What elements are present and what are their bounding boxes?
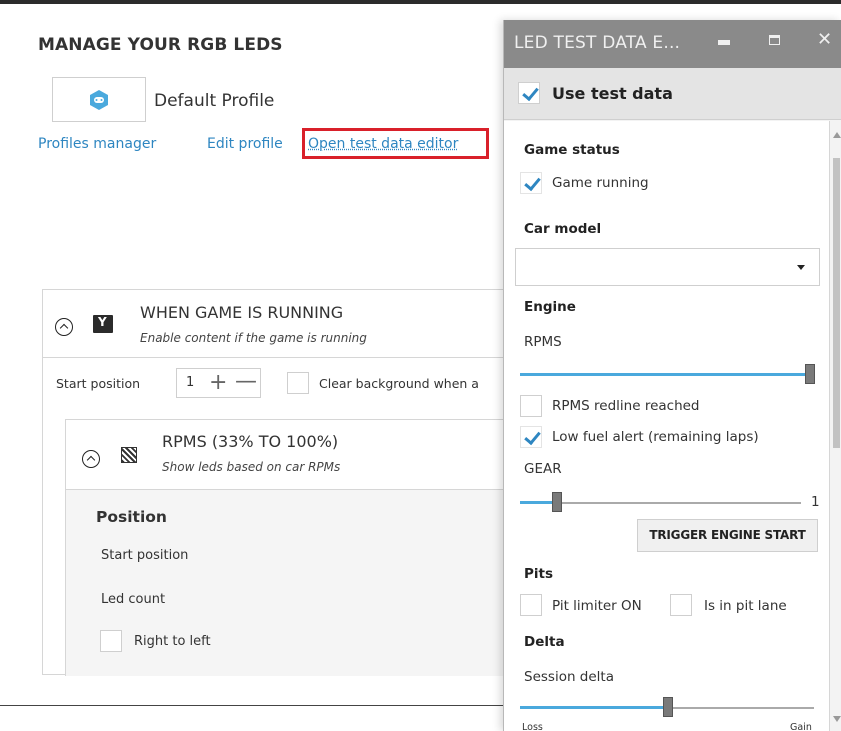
use-test-data-bar: Use test data [504,68,841,120]
clear-background-checkbox[interactable] [287,372,309,394]
game-running-icon [93,315,113,333]
scrollbar-thumb[interactable] [833,158,840,448]
plus-icon[interactable]: + [209,370,227,395]
close-icon[interactable]: ✕ [817,29,832,50]
low-fuel-label: Low fuel alert (remaining laps) [552,429,759,445]
rpms-icon [121,447,137,463]
divider-line [0,705,515,706]
rpms-start-position-label: Start position [101,548,189,563]
delta-slider-thumb[interactable] [663,697,673,717]
section-subtitle: Enable content if the game is running [140,331,367,345]
maximize-icon[interactable] [769,35,780,45]
delta-heading: Delta [524,634,565,650]
rpms-subtitle: Show leds based on car RPMs [162,460,341,474]
use-test-data-checkbox[interactable] [518,82,540,104]
car-model-heading: Car model [524,221,602,237]
gear-slider-track[interactable] [554,502,801,504]
window-title: LED TEST DATA E... [514,33,681,53]
rpms-title: RPMS (33% TO 100%) [162,432,339,451]
rpms-redline-checkbox[interactable] [520,395,542,417]
rpms-slider-fill [520,373,811,376]
right-to-left-checkbox[interactable] [100,630,122,652]
profile-image-button[interactable] [52,77,146,122]
pit-limiter-checkbox[interactable] [520,594,542,616]
rpms-label: RPMS [524,334,562,350]
game-running-label: Game running [552,175,649,191]
game-running-header: WHEN GAME IS RUNNING Enable content if t… [43,290,511,357]
pit-lane-label: Is in pit lane [704,598,787,614]
gear-slider-thumb[interactable] [552,492,562,512]
test-data-body: Game status Game running Car model Engin… [504,121,830,731]
scroll-up-icon[interactable] [833,132,841,138]
position-heading: Position [96,508,167,526]
pit-lane-checkbox[interactable] [670,594,692,616]
section-title: WHEN GAME IS RUNNING [140,303,344,322]
gear-label: GEAR [524,461,562,477]
divider [43,357,511,358]
top-border [0,0,841,4]
session-delta-label: Session delta [524,669,614,685]
gamepad-icon [90,89,108,110]
loss-label: Loss [522,722,543,731]
page-title: MANAGE YOUR RGB LEDS [38,35,283,55]
profiles-manager-link[interactable]: Profiles manager [38,136,156,152]
minimize-icon[interactable] [718,40,730,45]
gear-slider-fill [520,501,556,504]
game-running-panel: WHEN GAME IS RUNNING Enable content if t… [42,289,513,676]
clear-background-label: Clear background when a [319,376,479,391]
right-to-left-label: Right to left [134,634,211,649]
window-title-bar[interactable]: LED TEST DATA E... ✕ [504,20,841,68]
trigger-engine-start-button[interactable]: TRIGGER ENGINE START [637,519,818,552]
minus-icon[interactable]: — [235,369,257,394]
profile-name: Default Profile [154,91,275,111]
collapse-icon[interactable] [82,450,100,468]
rpms-slider-thumb[interactable] [805,364,815,384]
game-running-checkbox[interactable] [520,172,542,194]
rpms-header: RPMS (33% TO 100%) Show leds based on ca… [66,420,513,490]
engine-heading: Engine [524,299,576,315]
pits-heading: Pits [524,566,554,582]
led-count-label: Led count [101,592,166,607]
delta-slider-fill [520,706,668,709]
rpms-panel: RPMS (33% TO 100%) Show leds based on ca… [65,419,513,676]
low-fuel-checkbox[interactable] [520,426,542,448]
edit-profile-link[interactable]: Edit profile [207,136,283,152]
use-test-data-label: Use test data [552,84,673,103]
car-model-select[interactable] [515,248,820,286]
gain-label: Gain [790,722,812,731]
start-position-stepper[interactable]: 1 + — [176,368,261,398]
highlight-box [302,128,489,159]
test-data-window: LED TEST DATA E... ✕ Use test data Game … [503,20,841,731]
start-position-label: Start position [56,376,141,391]
start-position-value[interactable]: 1 [186,375,194,390]
collapse-icon[interactable] [55,318,73,336]
game-status-heading: Game status [524,142,620,158]
gear-value: 1 [811,494,820,510]
pit-limiter-label: Pit limiter ON [552,598,642,614]
scroll-down-icon[interactable] [833,716,841,722]
delta-slider-track[interactable] [669,707,814,709]
rpms-redline-label: RPMS redline reached [552,398,700,414]
chevron-down-icon [797,265,805,270]
